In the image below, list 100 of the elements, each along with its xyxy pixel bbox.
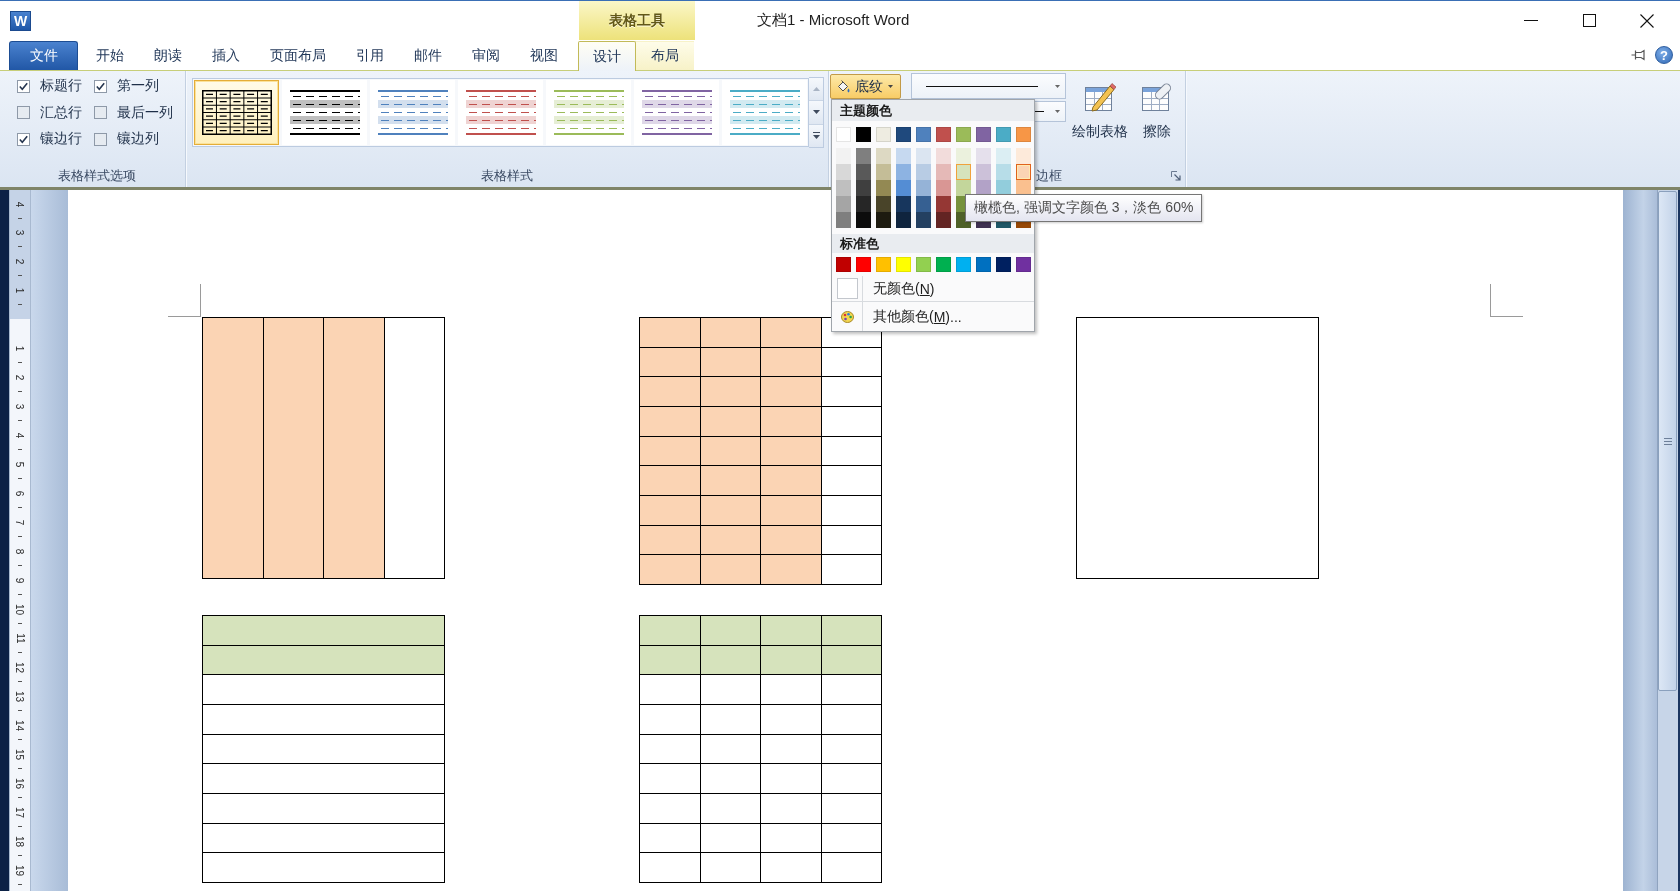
window-title: 文档1 - Microsoft Word bbox=[757, 11, 910, 30]
color-swatch[interactable] bbox=[996, 148, 1011, 164]
color-swatch[interactable] bbox=[916, 257, 931, 272]
color-swatch[interactable] bbox=[1016, 127, 1031, 142]
line-weight-dropdown[interactable] bbox=[1034, 101, 1066, 122]
color-swatch[interactable] bbox=[896, 257, 911, 272]
color-swatch[interactable] bbox=[956, 257, 971, 272]
eraser-button[interactable]: 擦除 bbox=[1135, 77, 1179, 145]
table-style-button[interactable] bbox=[282, 80, 367, 145]
color-swatch[interactable] bbox=[876, 180, 891, 196]
grip-icon bbox=[1663, 437, 1672, 445]
scrollbar-thumb[interactable] bbox=[1658, 191, 1677, 691]
color-swatch[interactable] bbox=[956, 164, 971, 180]
checkbox[interactable] bbox=[94, 79, 107, 93]
color-swatch[interactable] bbox=[876, 148, 891, 164]
ruler-number: 2 bbox=[14, 258, 26, 265]
checkbox[interactable] bbox=[94, 106, 107, 120]
draw-table-button[interactable]: 绘制表格 bbox=[1067, 77, 1133, 145]
color-swatch[interactable] bbox=[996, 164, 1011, 180]
color-swatch[interactable] bbox=[976, 257, 991, 272]
color-swatch[interactable] bbox=[996, 127, 1011, 142]
ribbon-tab[interactable]: 页面布局 bbox=[255, 41, 341, 70]
color-swatch[interactable] bbox=[896, 212, 911, 228]
checkbox[interactable] bbox=[17, 79, 30, 93]
checkbox[interactable] bbox=[17, 106, 30, 120]
checkbox[interactable] bbox=[17, 132, 30, 146]
color-swatch[interactable] bbox=[936, 257, 951, 272]
color-swatch[interactable] bbox=[876, 257, 891, 272]
color-swatch[interactable] bbox=[836, 180, 851, 196]
line-style-dropdown[interactable] bbox=[911, 73, 1066, 99]
color-swatch[interactable] bbox=[856, 196, 871, 212]
no-color-menu-item[interactable]: 无颜色(N) bbox=[832, 276, 1034, 301]
color-swatch[interactable] bbox=[1016, 164, 1031, 180]
color-swatch[interactable] bbox=[956, 127, 971, 142]
color-swatch[interactable] bbox=[936, 148, 951, 164]
ribbon-tab[interactable]: 朗读 bbox=[139, 41, 197, 70]
color-swatch[interactable] bbox=[916, 180, 931, 196]
table-style-button[interactable] bbox=[194, 80, 279, 145]
ribbon-tab[interactable]: 审阅 bbox=[457, 41, 515, 70]
ribbon-tab[interactable]: 视图 bbox=[515, 41, 573, 70]
color-swatch[interactable] bbox=[996, 257, 1011, 272]
file-tab[interactable]: 文件 bbox=[9, 41, 78, 70]
color-swatch[interactable] bbox=[936, 180, 951, 196]
color-swatch[interactable] bbox=[836, 127, 851, 142]
color-swatch[interactable] bbox=[856, 127, 871, 142]
ruler-number: 10 bbox=[14, 603, 26, 615]
shading-button[interactable]: 底纹 bbox=[830, 74, 901, 99]
checkbox-label: 汇总行 bbox=[40, 103, 82, 122]
color-swatch[interactable] bbox=[856, 164, 871, 180]
color-swatch[interactable] bbox=[896, 127, 911, 142]
ribbon-tab[interactable]: 布局 bbox=[636, 41, 694, 70]
color-swatch[interactable] bbox=[836, 212, 851, 228]
ribbon-tab[interactable]: 设计 bbox=[578, 41, 636, 71]
dialog-launcher-icon[interactable] bbox=[1171, 171, 1181, 181]
color-swatch[interactable] bbox=[916, 212, 931, 228]
close-icon bbox=[1640, 13, 1654, 28]
color-swatch[interactable] bbox=[836, 164, 851, 180]
color-swatch[interactable] bbox=[876, 127, 891, 142]
color-swatch[interactable] bbox=[856, 148, 871, 164]
tooltip: 橄榄色, 强调文字颜色 3，淡色 60% bbox=[965, 194, 1203, 222]
color-swatch[interactable] bbox=[896, 148, 911, 164]
color-swatch[interactable] bbox=[876, 212, 891, 228]
ruler-number: 5 bbox=[14, 461, 26, 467]
color-swatch[interactable] bbox=[936, 212, 951, 228]
ribbon-tab[interactable]: 邮件 bbox=[399, 41, 457, 70]
checkbox[interactable] bbox=[94, 132, 107, 146]
color-swatch[interactable] bbox=[956, 180, 971, 196]
more-colors-menu-item[interactable]: 其他颜色(M)... bbox=[832, 301, 1034, 331]
color-swatch[interactable] bbox=[836, 148, 851, 164]
ribbon-tab[interactable]: 引用 bbox=[341, 41, 399, 70]
pin-icon[interactable] bbox=[1631, 49, 1646, 61]
color-swatch[interactable] bbox=[896, 180, 911, 196]
color-swatch[interactable] bbox=[896, 196, 911, 212]
color-swatch[interactable] bbox=[956, 148, 971, 164]
color-swatch[interactable] bbox=[936, 127, 951, 142]
color-swatch[interactable] bbox=[856, 180, 871, 196]
color-swatch[interactable] bbox=[976, 164, 991, 180]
color-swatch[interactable] bbox=[976, 148, 991, 164]
color-swatch[interactable] bbox=[876, 164, 891, 180]
color-swatch[interactable] bbox=[856, 212, 871, 228]
ribbon-tab[interactable]: 插入 bbox=[197, 41, 255, 70]
color-swatch[interactable] bbox=[916, 196, 931, 212]
color-swatch[interactable] bbox=[836, 257, 851, 272]
color-swatch[interactable] bbox=[916, 164, 931, 180]
color-swatch[interactable] bbox=[916, 127, 931, 142]
margin-corner-mark bbox=[168, 284, 201, 317]
checkbox-label: 第一列 bbox=[117, 77, 159, 96]
color-swatch[interactable] bbox=[916, 148, 931, 164]
color-swatch[interactable] bbox=[1016, 148, 1031, 164]
color-swatch[interactable] bbox=[976, 127, 991, 142]
color-swatch[interactable] bbox=[936, 196, 951, 212]
ribbon-tab[interactable]: 开始 bbox=[81, 41, 139, 70]
color-swatch[interactable] bbox=[896, 164, 911, 180]
color-swatch[interactable] bbox=[856, 257, 871, 272]
scroll-down-button[interactable] bbox=[809, 101, 823, 125]
color-swatch[interactable] bbox=[836, 196, 851, 212]
ruler-number: 4 bbox=[14, 432, 26, 438]
color-swatch[interactable] bbox=[936, 164, 951, 180]
color-swatch[interactable] bbox=[1016, 257, 1031, 272]
color-swatch[interactable] bbox=[876, 196, 891, 212]
